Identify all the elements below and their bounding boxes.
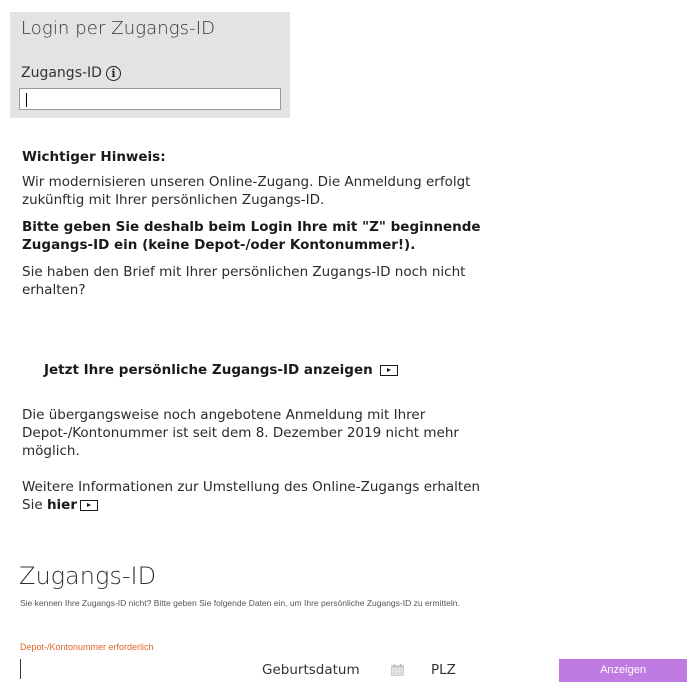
id-label: Zugangs-ID: [21, 65, 102, 81]
text-caret: [26, 93, 27, 107]
here-link-label: hier: [46, 497, 77, 513]
here-link[interactable]: hier: [47, 497, 98, 513]
notice-paragraph-3: Sie haben den Brief mit Ihrer persönlich…: [22, 264, 466, 298]
account-number-error: Depot-/Kontonummer erforderlich: [20, 642, 154, 652]
play-icon: [80, 499, 98, 511]
lookup-subtitle: Sie kennen Ihre Zugangs-ID nicht? Bitte …: [20, 598, 460, 608]
calendar-icon[interactable]: [391, 664, 404, 676]
id-label-row: Zugangs-ID i: [21, 65, 121, 81]
notice-paragraph-2: Bitte geben Sie deshalb beim Login Ihre …: [22, 219, 481, 253]
notice-heading: Wichtiger Hinweis:: [22, 149, 166, 165]
notice-paragraph-1: Wir modernisieren unseren Online-Zugang.…: [22, 174, 471, 208]
notice-paragraph-5: Weitere Informationen zur Umstellung des…: [22, 478, 492, 514]
notice-paragraph-4: Die übergangsweise noch angebotene Anmel…: [22, 407, 459, 459]
show-id-link[interactable]: Jetzt Ihre persönliche Zugangs-ID anzeig…: [44, 362, 398, 378]
show-id-link-label: Jetzt Ihre persönliche Zugangs-ID anzeig…: [44, 362, 373, 378]
info-icon[interactable]: i: [105, 65, 121, 81]
lookup-title: Zugangs-ID: [19, 562, 157, 590]
plz-field[interactable]: PLZ: [431, 662, 456, 678]
account-number-input[interactable]: [20, 659, 21, 679]
play-icon: [379, 364, 398, 376]
login-title: Login per Zugangs-ID: [21, 18, 216, 39]
login-panel: Login per Zugangs-ID Zugangs-ID i: [10, 12, 290, 118]
show-id-button[interactable]: Anzeigen: [559, 659, 687, 682]
birthdate-field[interactable]: Geburtsdatum: [262, 662, 360, 678]
zugangs-id-input[interactable]: [19, 88, 281, 110]
